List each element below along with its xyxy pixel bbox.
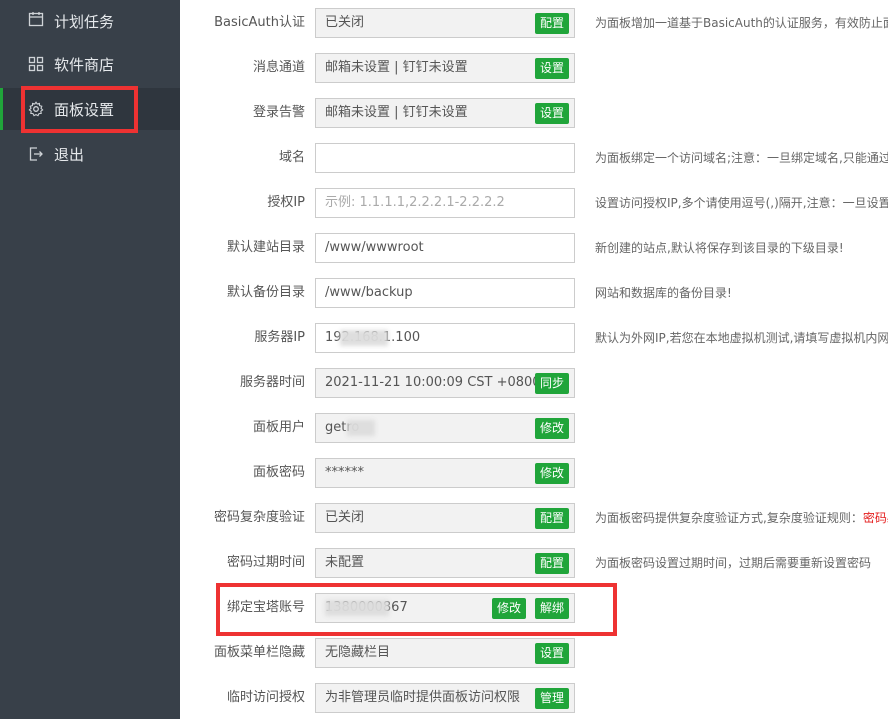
- setting-label: 密码过期时间: [226, 555, 305, 570]
- password-complexity-config-button[interactable]: 配置: [535, 508, 570, 529]
- setting-label: 密码复杂度验证: [213, 510, 305, 525]
- setting-row-server-time: 服务器时间 2021-11-21 10:00:09 CST +0800 同步: [180, 368, 888, 404]
- sidebar-item-cron[interactable]: 计划任务: [0, 0, 180, 42]
- setting-label: 面板密码: [252, 465, 305, 480]
- setting-hint: 网站和数据库的备份目录!: [595, 286, 732, 300]
- basicauth-config-button[interactable]: 配置: [535, 13, 570, 34]
- setting-row-panel-password: 面板密码 ****** 修改: [180, 458, 888, 494]
- setting-label: 登录告警: [252, 105, 305, 120]
- panel-password-edit-button[interactable]: 修改: [535, 463, 570, 484]
- hint-warning: 密码必: [862, 511, 888, 525]
- hint-text: 为面板密码提供复杂度验证方式,复杂度验证规则：: [595, 511, 863, 525]
- highlight-box-sidebar: [21, 86, 138, 133]
- temp-access-manage-button[interactable]: 管理: [535, 688, 570, 709]
- setting-hint: 为面板绑定一个访问域名;注意：一旦绑定域名,只能通过: [595, 151, 888, 165]
- setting-row-panel-user: 面板用户 getro 修改: [180, 413, 888, 449]
- grid-icon: [28, 56, 44, 72]
- message-channel-set-button[interactable]: 设置: [535, 58, 570, 79]
- setting-label: 域名: [278, 150, 305, 165]
- highlight-box-bt-account: [216, 583, 617, 636]
- login-alert-set-button[interactable]: 设置: [535, 103, 570, 124]
- backup-dir-input[interactable]: /www/backup: [315, 278, 575, 308]
- setting-row-message-channel: 消息通道 邮箱未设置 | 钉钉未设置 设置: [180, 53, 888, 89]
- setting-row-auth-ip: 授权IP 示例: 1.1.1.1,2.2.2.1-2.2.2.2 设置访问授权I…: [180, 188, 888, 224]
- setting-row-menu-hide: 面板菜单栏隐藏 无隐藏栏目 设置: [180, 638, 888, 674]
- panel-user-edit-button[interactable]: 修改: [535, 418, 570, 439]
- setting-label: 服务器IP: [254, 330, 305, 345]
- setting-row-domain: 域名 为面板绑定一个访问域名;注意：一旦绑定域名,只能通过: [180, 143, 888, 179]
- site-dir-input[interactable]: /www/wwwroot: [315, 233, 575, 263]
- sidebar-item-label: 退出: [54, 145, 85, 164]
- sidebar-item-store[interactable]: 软件商店: [0, 43, 180, 85]
- setting-label: 面板用户: [252, 420, 305, 435]
- sidebar-item-label: 计划任务: [54, 12, 115, 31]
- setting-label: 默认备份目录: [226, 285, 305, 300]
- setting-hint: 为面板密码提供复杂度验证方式,复杂度验证规则：密码必: [595, 503, 888, 533]
- setting-row-password-expiry: 密码过期时间 未配置 配置 为面板密码设置过期时间，过期后需要重新设置密码: [180, 548, 888, 584]
- sidebar-item-logout[interactable]: 退出: [0, 133, 180, 175]
- setting-label: BasicAuth认证: [214, 15, 305, 30]
- setting-hint: 为面板密码设置过期时间，过期后需要重新设置密码: [595, 556, 872, 570]
- setting-row-server-ip: 服务器IP 192.168.1.100 默认为外网IP,若您在本地虚拟机测试,请…: [180, 323, 888, 359]
- password-expiry-config-button[interactable]: 配置: [535, 553, 570, 574]
- setting-label: 授权IP: [267, 195, 305, 210]
- server-time-sync-button[interactable]: 同步: [535, 373, 570, 394]
- setting-label: 消息通道: [252, 60, 305, 75]
- setting-row-basicauth: BasicAuth认证 已关闭 配置 为面板增加一道基于BasicAuth的认证…: [180, 8, 888, 44]
- setting-hint: 新创建的站点,默认将保存到该目录的下级目录!: [595, 241, 844, 255]
- domain-input[interactable]: [315, 143, 575, 173]
- setting-row-temp-access: 临时访问授权 为非管理员临时提供面板访问权限 管理: [180, 683, 888, 719]
- setting-hint: 设置访问授权IP,多个请使用逗号(,)隔开,注意：一旦设置授: [595, 196, 888, 210]
- sidebar-item-label: 软件商店: [54, 55, 115, 74]
- setting-label: 服务器时间: [239, 375, 305, 390]
- setting-row-login-alert: 登录告警 邮箱未设置 | 钉钉未设置 设置: [180, 98, 888, 134]
- calendar-icon: [28, 12, 44, 27]
- setting-hint: 为面板增加一道基于BasicAuth的认证服务，有效防止面: [595, 16, 888, 30]
- blur-mask: [347, 420, 375, 436]
- setting-hint: 默认为外网IP,若您在本地虚拟机测试,请填写虚拟机内网I: [595, 331, 888, 345]
- logout-icon: [29, 147, 43, 161]
- setting-label: 临时访问授权: [226, 690, 305, 705]
- setting-row-password-complexity: 密码复杂度验证 已关闭 配置 为面板密码提供复杂度验证方式,复杂度验证规则：密码…: [180, 503, 888, 539]
- setting-row-site-dir: 默认建站目录 /www/wwwroot 新创建的站点,默认将保存到该目录的下级目…: [180, 233, 888, 269]
- menu-hide-set-button[interactable]: 设置: [535, 643, 570, 664]
- auth-ip-input[interactable]: 示例: 1.1.1.1,2.2.2.1-2.2.2.2: [315, 188, 575, 218]
- blur-mask: [340, 330, 388, 346]
- setting-row-backup-dir: 默认备份目录 /www/backup 网站和数据库的备份目录!: [180, 278, 888, 314]
- setting-label: 面板菜单栏隐藏: [213, 645, 305, 660]
- setting-label: 默认建站目录: [226, 240, 305, 255]
